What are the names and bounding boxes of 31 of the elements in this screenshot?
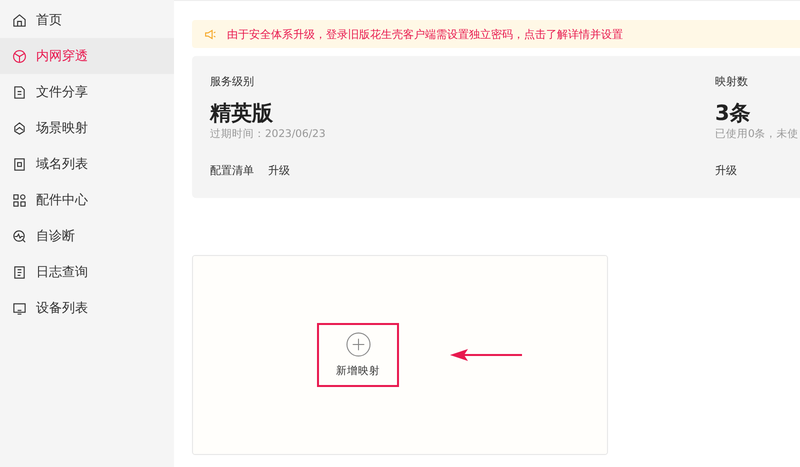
file-icon — [12, 84, 27, 100]
arrow — [450, 349, 522, 361]
house-icon — [12, 12, 27, 28]
plus-icon — [346, 332, 370, 357]
info-detail: 已使用0条，未使 — [715, 127, 799, 141]
grid-icon — [12, 192, 27, 208]
document-icon — [12, 264, 27, 280]
info-label: 映射数 — [715, 74, 749, 89]
sidebar-item[interactable]: 内网穿透 — [0, 38, 174, 74]
sidebar-item[interactable]: 文件分享 — [0, 74, 174, 110]
speaker-icon — [204, 28, 217, 40]
layers-icon — [12, 120, 27, 136]
sidebar-item[interactable]: 自诊断 — [0, 218, 174, 254]
sidebar-item[interactable]: 域名列表 — [0, 146, 174, 182]
notice-text[interactable]: 由于安全体系升级，登录旧版花生壳客户端需设置独立密码，点击了解详情并设置 — [227, 26, 623, 42]
add-mapping-button[interactable]: 新增映射 — [317, 323, 399, 387]
sidebar-item[interactable]: 场景映射 — [0, 110, 174, 146]
info-detail: 过期时间：2023/06/23 — [210, 127, 327, 141]
info-value: 精英版 — [210, 100, 274, 127]
monitor-icon — [12, 300, 27, 316]
sidebar-item[interactable]: 日志查询 — [0, 254, 174, 290]
sidebar-item[interactable]: 设备列表 — [0, 290, 174, 326]
info-label: 服务级别 — [210, 74, 255, 89]
card-link[interactable]: 配置清单 — [210, 163, 254, 178]
card-link[interactable]: 升级 — [268, 163, 290, 178]
info-value: 3条 — [715, 100, 752, 127]
sidebar-item[interactable]: 首页 — [0, 2, 174, 38]
sidebar-item[interactable]: 配件中心 — [0, 182, 174, 218]
magnifier-icon — [12, 228, 27, 244]
card-icon — [12, 156, 27, 172]
card-link[interactable]: 升级 — [715, 163, 737, 178]
